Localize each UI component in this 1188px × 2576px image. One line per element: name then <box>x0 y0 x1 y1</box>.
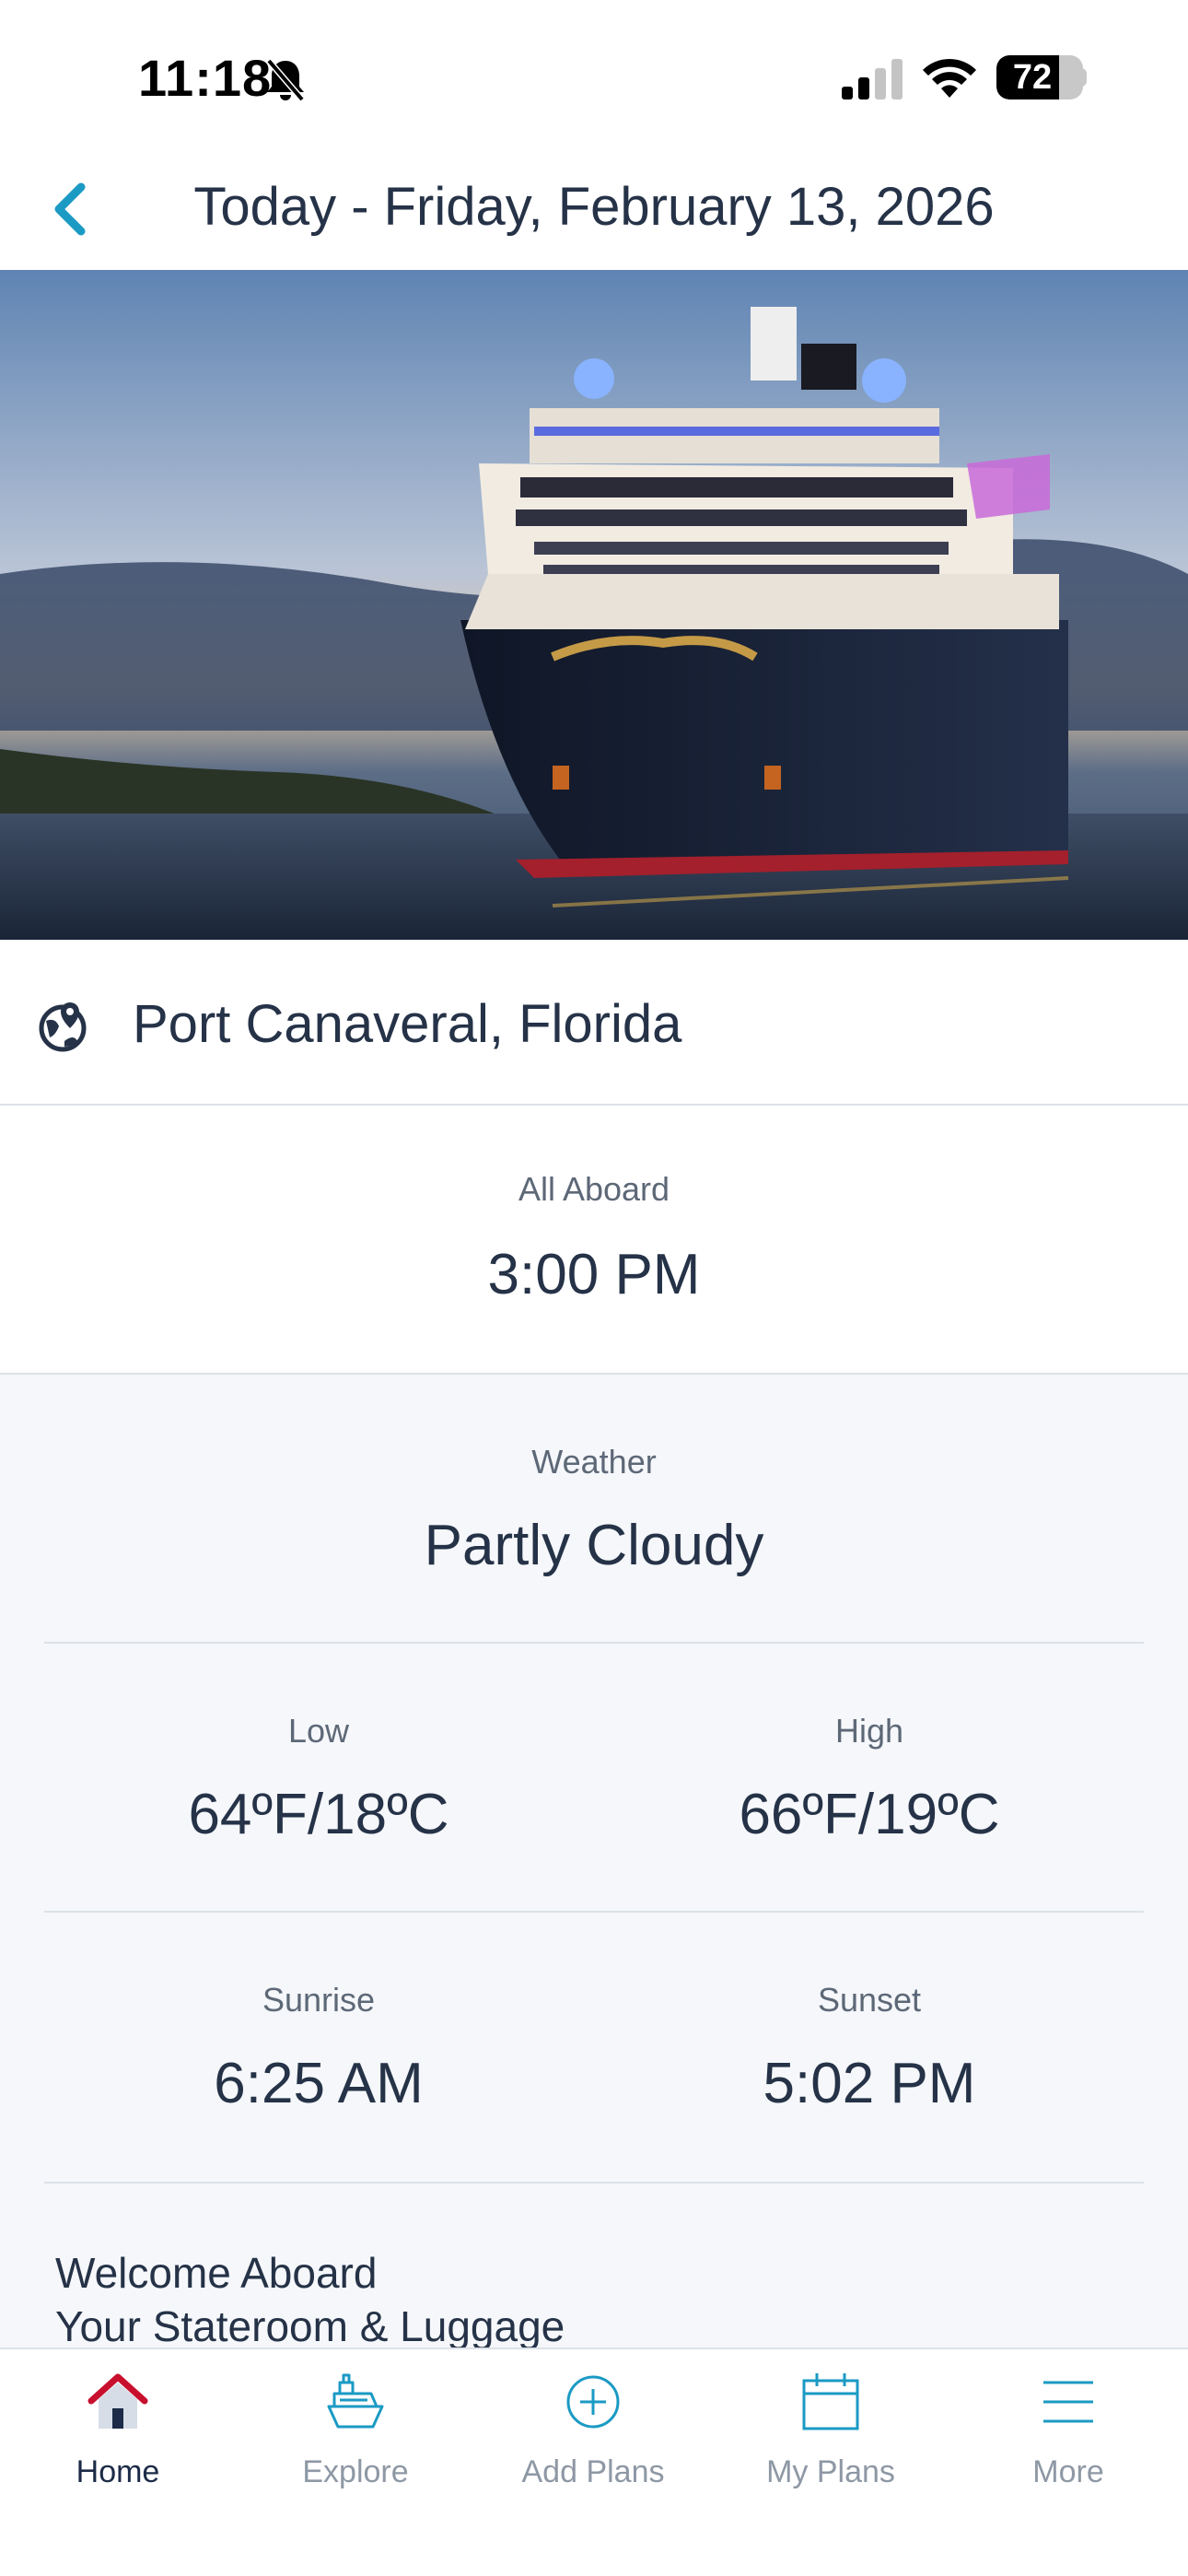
status-time: 11:18 <box>138 49 273 107</box>
port-name: Port Canaveral, Florida <box>133 994 682 1054</box>
all-aboard-time: 3:00 PM <box>487 1243 701 1306</box>
all-aboard-label: All Aboard <box>518 1170 670 1208</box>
sunrise-label: Sunrise <box>262 1981 376 2019</box>
low-temp: Low 64ºF/18ºC <box>42 1642 595 1846</box>
status-bar: 11:18 72 <box>0 0 1188 152</box>
battery-cap <box>1079 68 1087 87</box>
tab-explore[interactable]: Explore <box>254 2370 457 2508</box>
weather-condition: Partly Cloudy <box>424 1514 764 1577</box>
high-temp: High 66ºF/19ºC <box>593 1642 1146 1846</box>
welcome-heading[interactable]: Welcome Aboard <box>55 2248 377 2298</box>
bell-off-icon <box>266 58 305 102</box>
nav-header: Today - Friday, February 13, 2026 <box>0 152 1188 270</box>
tab-my-plans-label: My Plans <box>766 2454 895 2489</box>
weather-section: Weather Partly Cloudy Low 64ºF/18ºC High… <box>0 1375 1188 2348</box>
all-aboard-section: All Aboard 3:00 PM <box>0 1106 1188 1375</box>
tab-my-plans[interactable]: My Plans <box>729 2370 932 2508</box>
welcome-subheading[interactable]: Your Stateroom & Luggage <box>55 2301 565 2348</box>
sunrise: Sunrise 6:25 AM <box>42 1911 595 2115</box>
low-value: 64ºF/18ºC <box>188 1783 449 1846</box>
tab-bar: Home Explore Add Plans My Plans More <box>0 2348 1188 2576</box>
low-label: Low <box>287 1712 350 1750</box>
divider <box>44 2182 1144 2184</box>
tab-explore-label: Explore <box>302 2454 409 2489</box>
tab-more-label: More <box>1032 2454 1104 2489</box>
tab-add-plans-label: Add Plans <box>521 2454 665 2489</box>
sunset: Sunset 5:02 PM <box>593 1911 1146 2115</box>
wifi-icon <box>923 58 976 98</box>
globe-pin-icon <box>39 1002 87 1052</box>
high-value: 66ºF/19ºC <box>739 1783 1000 1846</box>
sunset-label: Sunset <box>817 1981 922 2019</box>
high-label: High <box>834 1712 904 1750</box>
tab-more[interactable]: More <box>967 2370 1170 2508</box>
tab-home[interactable]: Home <box>17 2370 219 2508</box>
sunrise-value: 6:25 AM <box>214 2052 424 2115</box>
tab-add-plans[interactable]: Add Plans <box>492 2370 694 2508</box>
weather-label: Weather <box>531 1443 657 1481</box>
battery-percent: 72 <box>1012 58 1053 97</box>
page-title: Today - Friday, February 13, 2026 <box>193 177 995 237</box>
plus-circle-icon <box>566 2375 620 2429</box>
hero-image-cruise-ship <box>0 270 1188 940</box>
calendar-icon <box>802 2373 859 2430</box>
ship-icon <box>327 2373 384 2429</box>
home-icon <box>87 2373 148 2429</box>
page: 11:18 72 Today - Friday, February 13, 20… <box>0 0 1188 2576</box>
cellular-signal-icon <box>842 59 903 100</box>
port-row: Port Canaveral, Florida <box>0 940 1188 1106</box>
menu-icon <box>1043 2381 1093 2423</box>
tab-home-label: Home <box>76 2454 160 2489</box>
sunset-value: 5:02 PM <box>763 2052 976 2115</box>
battery-indicator: 72 <box>996 55 1083 100</box>
